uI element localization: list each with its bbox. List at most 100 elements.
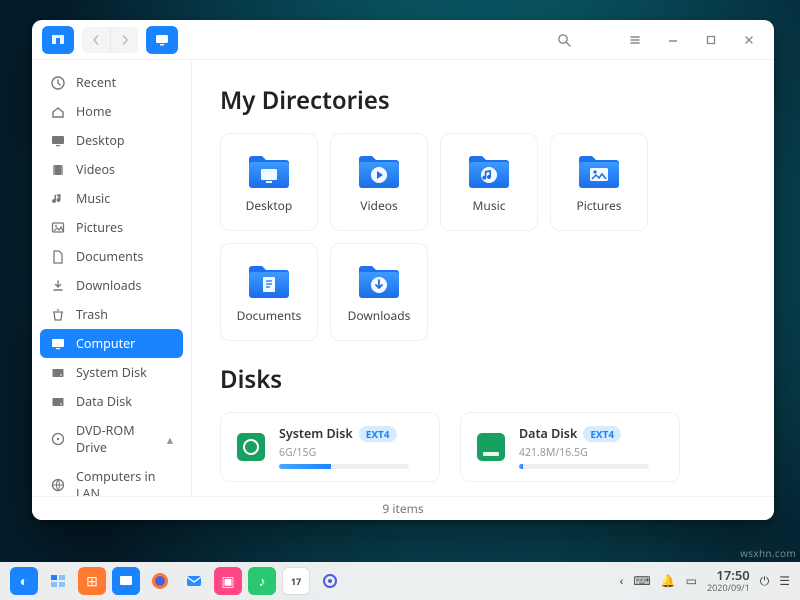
trash-icon bbox=[50, 307, 66, 323]
task-settings[interactable] bbox=[316, 567, 344, 595]
sidebar-item-music[interactable]: Music bbox=[40, 184, 183, 213]
disks-row: System Disk EXT4 6G/15G Data Disk EXT4 4… bbox=[220, 412, 746, 482]
sidebar-item-label: Computer bbox=[76, 335, 135, 352]
clock-icon bbox=[50, 75, 66, 91]
task-app-1[interactable]: ⊞ bbox=[78, 567, 106, 595]
disk-icon bbox=[475, 431, 507, 463]
sidebar-item-label: Desktop bbox=[76, 132, 125, 149]
sidebar-item-label: Videos bbox=[76, 161, 115, 178]
nav-group bbox=[82, 27, 138, 53]
fs-badge: EXT4 bbox=[359, 426, 397, 442]
sidebar-item-label: DVD-ROM Drive bbox=[76, 422, 157, 456]
sidebar-item-documents[interactable]: Documents bbox=[40, 242, 183, 271]
tray-keyboard-icon[interactable]: ⌨ bbox=[633, 572, 650, 589]
section-title-directories: My Directories bbox=[220, 84, 746, 117]
directory-tile-pictures[interactable]: Pictures bbox=[550, 133, 648, 231]
tile-label: Desktop bbox=[246, 197, 293, 214]
tile-label: Pictures bbox=[576, 197, 621, 214]
sidebar-item-recent[interactable]: Recent bbox=[40, 68, 183, 97]
main-content: My Directories Desktop Videos Music Pict… bbox=[192, 60, 774, 520]
app-icon[interactable] bbox=[42, 26, 74, 54]
folder-icon bbox=[355, 151, 403, 191]
location-computer-button[interactable] bbox=[146, 26, 178, 54]
minimize-button[interactable] bbox=[658, 26, 688, 54]
sidebar-item-label: Pictures bbox=[76, 219, 123, 236]
folder-icon bbox=[355, 261, 403, 301]
tray-clock[interactable]: 17:50 2020/09/1 bbox=[707, 569, 750, 592]
sidebar-item-desktop[interactable]: Desktop bbox=[40, 126, 183, 155]
search-icon bbox=[556, 32, 572, 48]
task-photos[interactable]: ▣ bbox=[214, 567, 242, 595]
sidebar: Recent Home Desktop Videos Music Picture… bbox=[32, 60, 192, 520]
disc-icon bbox=[50, 431, 66, 447]
directory-tile-downloads[interactable]: Downloads bbox=[330, 243, 428, 341]
monitor-icon bbox=[50, 336, 66, 352]
disk-name: System Disk bbox=[279, 425, 353, 442]
sidebar-item-label: Trash bbox=[76, 306, 108, 323]
task-mail[interactable] bbox=[180, 567, 208, 595]
folder-icon bbox=[245, 261, 293, 301]
forward-button[interactable] bbox=[110, 27, 138, 53]
task-music[interactable]: ♪ bbox=[248, 567, 276, 595]
watermark: wsxhn.com bbox=[740, 546, 796, 560]
film-icon bbox=[50, 162, 66, 178]
sidebar-item-trash[interactable]: Trash bbox=[40, 300, 183, 329]
titlebar bbox=[32, 20, 774, 60]
tile-label: Videos bbox=[360, 197, 397, 214]
sidebar-item-label: Music bbox=[76, 190, 110, 207]
task-file-manager[interactable] bbox=[112, 567, 140, 595]
file-icon bbox=[50, 249, 66, 265]
launcher-button[interactable]: ◐ bbox=[10, 567, 38, 595]
download-icon bbox=[50, 278, 66, 294]
file-manager-window: Recent Home Desktop Videos Music Picture… bbox=[32, 20, 774, 520]
tray-power-icon[interactable]: ⏻ bbox=[760, 572, 770, 589]
directory-tile-music[interactable]: Music bbox=[440, 133, 538, 231]
tray-desktop-icon[interactable]: ☰ bbox=[779, 572, 790, 589]
search-button[interactable] bbox=[548, 26, 580, 54]
disk-tile-sys[interactable]: System Disk EXT4 6G/15G bbox=[220, 412, 440, 482]
sidebar-item-datadisk[interactable]: Data Disk bbox=[40, 387, 183, 416]
directory-tile-documents[interactable]: Documents bbox=[220, 243, 318, 341]
disk-name: Data Disk bbox=[519, 425, 577, 442]
sidebar-item-label: Data Disk bbox=[76, 393, 132, 410]
tray-battery-icon[interactable]: ▭ bbox=[686, 572, 697, 589]
disk-icon bbox=[235, 431, 267, 463]
task-calendar[interactable]: 17 bbox=[282, 567, 310, 595]
maximize-button[interactable] bbox=[696, 26, 726, 54]
display-icon bbox=[50, 133, 66, 149]
disk-tile-data[interactable]: Data Disk EXT4 421.8M/16.5G bbox=[460, 412, 680, 482]
sidebar-item-computer[interactable]: Computer bbox=[40, 329, 183, 358]
directory-tile-videos[interactable]: Videos bbox=[330, 133, 428, 231]
globe-icon bbox=[50, 477, 66, 493]
task-firefox[interactable] bbox=[146, 567, 174, 595]
menu-button[interactable] bbox=[620, 26, 650, 54]
close-icon bbox=[742, 33, 756, 47]
disk-usage-bar bbox=[279, 464, 409, 469]
close-button[interactable] bbox=[734, 26, 764, 54]
sidebar-item-dvd[interactable]: DVD-ROM Drive ▴ bbox=[40, 416, 183, 462]
workspace-button[interactable] bbox=[44, 567, 72, 595]
directories-grid: Desktop Videos Music Pictures Documents … bbox=[220, 133, 746, 341]
sidebar-item-home[interactable]: Home bbox=[40, 97, 183, 126]
sidebar-item-videos[interactable]: Videos bbox=[40, 155, 183, 184]
sidebar-item-label: Home bbox=[76, 103, 112, 120]
disk-usage: 6G/15G bbox=[279, 446, 425, 460]
back-button[interactable] bbox=[82, 27, 110, 53]
maximize-icon bbox=[704, 33, 718, 47]
fs-badge: EXT4 bbox=[583, 426, 621, 442]
chevron-up-icon: ▴ bbox=[167, 431, 173, 448]
chevron-right-icon bbox=[120, 35, 130, 45]
sidebar-item-downloads[interactable]: Downloads bbox=[40, 271, 183, 300]
sidebar-item-label: Documents bbox=[76, 248, 143, 265]
tray-notification-icon[interactable]: 🔔 bbox=[661, 572, 676, 589]
sidebar-item-systemdisk[interactable]: System Disk bbox=[40, 358, 183, 387]
status-text: 9 items bbox=[382, 500, 423, 517]
tray-chevron[interactable]: ‹ bbox=[620, 572, 624, 589]
sidebar-item-pictures[interactable]: Pictures bbox=[40, 213, 183, 242]
sidebar-item-label: Downloads bbox=[76, 277, 141, 294]
chevron-left-icon bbox=[91, 35, 101, 45]
folder-icon bbox=[245, 151, 293, 191]
home-icon bbox=[50, 104, 66, 120]
directory-tile-desktop[interactable]: Desktop bbox=[220, 133, 318, 231]
drive-icon bbox=[50, 394, 66, 410]
